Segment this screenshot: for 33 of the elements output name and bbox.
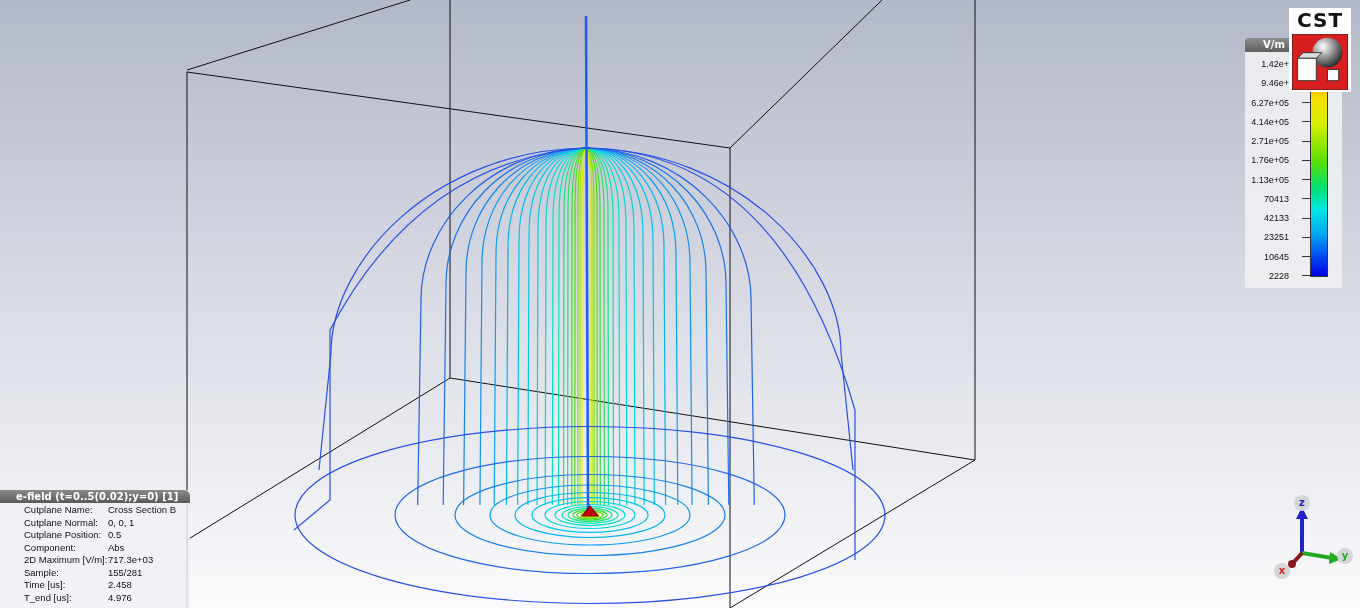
legend-value: 2.71e+05: [1251, 136, 1289, 147]
axis-label: z: [1294, 495, 1310, 511]
info-value: 717.3e+03: [108, 554, 155, 567]
info-value: 0.5: [108, 529, 123, 542]
legend-value: 10645: [1263, 251, 1289, 262]
info-label: Time [us]:: [24, 579, 67, 592]
info-value: Abs: [108, 541, 126, 554]
info-value: 2.458: [108, 579, 133, 592]
legend-value: 1.76e+05: [1251, 155, 1289, 166]
legend-value: 1.13e+05: [1251, 174, 1289, 185]
axis-label: x: [1274, 563, 1290, 579]
info-title: e-field (t=0..5(0.02);y=0) [1]: [0, 490, 190, 503]
legend-value: 70413: [1263, 193, 1289, 204]
info-label: Cutplane Name:: [24, 504, 94, 517]
info-label: Cutplane Position:: [24, 529, 103, 542]
axis-label: y: [1337, 548, 1353, 564]
legend-value: 2228: [1268, 270, 1289, 281]
info-label: Cutplane Normal:: [24, 516, 99, 529]
info-value: 4.976: [108, 591, 133, 604]
legend-value: 6.27e+05: [1251, 97, 1289, 108]
logo-text: CST: [1296, 9, 1344, 31]
legend-value: 9.46e+: [1261, 78, 1289, 89]
info-value: 0, 0, 1: [108, 516, 136, 529]
info-label: Component:: [24, 541, 77, 554]
info-label: Sample:: [24, 566, 60, 579]
info-value: 155/281: [108, 566, 144, 579]
legend-value: 1.42e+: [1261, 59, 1289, 69]
legend-value: 42133: [1263, 213, 1289, 224]
info-value: Cross Section B: [108, 504, 178, 517]
info-label: 2D Maximum [V/m]:: [24, 554, 108, 567]
info-label: T_end [us]:: [24, 591, 73, 604]
legend-value: 23251: [1263, 232, 1289, 243]
legend-value: 4.14e+05: [1251, 116, 1289, 127]
